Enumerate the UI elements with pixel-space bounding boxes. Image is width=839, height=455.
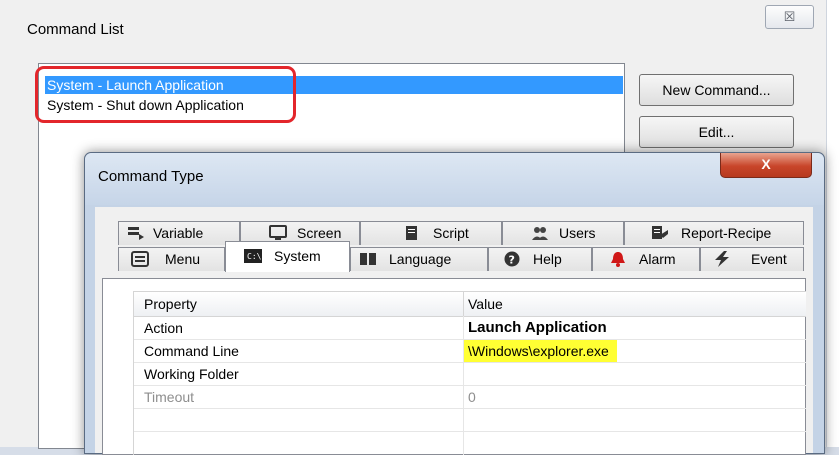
command-list-title: Command List [27, 21, 124, 38]
tab-help[interactable]: ? Help [488, 247, 592, 271]
grid-header: Property Value [134, 292, 806, 317]
table-row[interactable] [134, 409, 806, 432]
property-name: Command Line [144, 343, 239, 359]
tab-language[interactable]: Language [350, 247, 488, 271]
tab-label: Report-Recipe [681, 225, 772, 241]
property-value[interactable]: Launch Application [468, 317, 607, 339]
property-name: Timeout [144, 389, 195, 405]
command-type-close-button[interactable]: X [720, 153, 812, 178]
command-type-body: Variable Screen Script Users Report-Reci… [95, 207, 813, 455]
script-icon [403, 225, 421, 241]
svg-text:?: ? [509, 254, 515, 267]
alarm-icon [609, 251, 627, 267]
table-row[interactable]: Timeout 0 [134, 386, 806, 409]
property-grid[interactable]: Property Value Action Launch Application… [133, 291, 806, 455]
report-recipe-icon [651, 225, 669, 241]
tab-users[interactable]: Users [502, 221, 624, 245]
svg-text:C:\: C:\ [247, 252, 262, 261]
tab-label: Help [533, 251, 562, 267]
tab-event[interactable]: Event [700, 247, 804, 271]
command-type-titlebar: Command Type X [85, 153, 824, 205]
screen-icon [269, 225, 287, 241]
tab-label: Event [751, 251, 787, 267]
menu-icon [131, 251, 149, 267]
tab-alarm[interactable]: Alarm [592, 247, 700, 271]
window-edge [826, 0, 839, 447]
tab-label: Menu [165, 251, 201, 267]
tab-system[interactable]: C:\ System [225, 241, 350, 272]
tab-label: Script [433, 225, 469, 241]
property-value[interactable]: 0 [468, 386, 476, 408]
event-icon [713, 251, 731, 267]
tab-label: Language [389, 251, 452, 267]
users-icon [531, 225, 549, 241]
command-type-title: Command Type [98, 168, 204, 185]
command-type-dialog: Command Type X Variable Screen Script Us… [84, 152, 825, 455]
property-value[interactable]: \Windows\explorer.exe [464, 340, 617, 362]
tab-label: Variable [153, 225, 204, 241]
system-tab-panel: Property Value Action Launch Application… [102, 278, 806, 455]
tab-report-recipe[interactable]: Report-Recipe [624, 221, 804, 245]
command-list-close-button[interactable]: ☒ [765, 5, 814, 29]
tab-label: Users [559, 225, 596, 241]
column-divider [463, 292, 464, 316]
tab-menu[interactable]: Menu [118, 247, 225, 271]
edit-button[interactable]: Edit... [639, 116, 794, 148]
table-row[interactable]: Action Launch Application [134, 317, 806, 340]
variable-icon [127, 225, 145, 241]
table-row[interactable]: Working Folder [134, 363, 806, 386]
new-command-button[interactable]: New Command... [639, 74, 794, 106]
property-column-header[interactable]: Property [144, 292, 197, 316]
property-name: Working Folder [144, 366, 239, 382]
table-row[interactable]: Command Line \Windows\explorer.exe [134, 340, 806, 363]
language-icon [359, 251, 377, 267]
tab-script[interactable]: Script [360, 221, 502, 245]
tab-label: System [274, 248, 321, 264]
value-column-header[interactable]: Value [468, 292, 503, 316]
help-icon: ? [503, 251, 521, 267]
property-name: Action [144, 320, 183, 336]
tab-label: Alarm [639, 251, 676, 267]
tab-variable[interactable]: Variable [118, 221, 240, 245]
annotation-highlight-box [35, 66, 296, 123]
system-icon: C:\ [244, 248, 262, 264]
